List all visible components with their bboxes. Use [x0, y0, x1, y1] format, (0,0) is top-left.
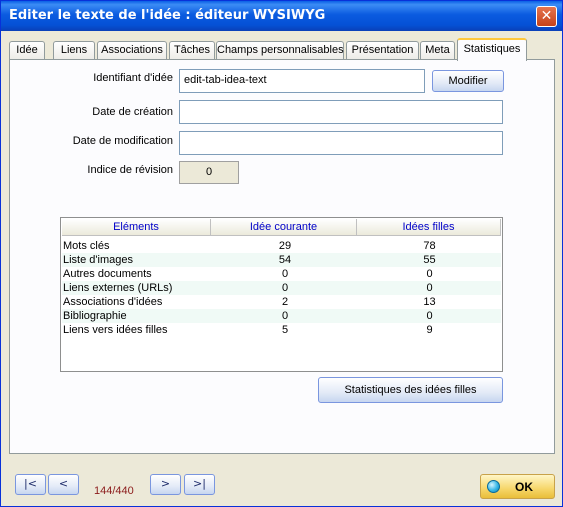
ok-orb-icon	[487, 480, 500, 493]
window-title: Editer le texte de l'idée : éditeur WYSI…	[9, 8, 326, 23]
current-idea-value: 0	[281, 310, 289, 322]
first-record-button[interactable]: |<	[15, 474, 46, 495]
child-ideas-value: 0	[426, 282, 433, 294]
table-row[interactable]: Liens vers idées filles 5 9	[62, 323, 501, 337]
previous-icon: <	[58, 477, 69, 490]
next-icon: >	[160, 477, 171, 490]
tab-liens[interactable]: Liens	[53, 41, 95, 60]
table-row[interactable]: Autres documents 0 0	[62, 267, 501, 281]
dialog-window: Editer le texte de l'idée : éditeur WYSI…	[0, 0, 563, 507]
current-idea-value: 2	[281, 296, 289, 308]
idea-id-field[interactable]: edit-tab-idea-text	[179, 69, 425, 93]
row-label: Bibliographie	[63, 310, 127, 322]
statistics-panel: Identifiant d'idée edit-tab-idea-text Mo…	[9, 59, 555, 454]
table-row[interactable]: Bibliographie 0 0	[62, 309, 501, 323]
modification-date-field[interactable]	[179, 131, 503, 155]
creation-date-label: Date de création	[92, 106, 173, 118]
ok-label: OK	[515, 480, 533, 494]
table-row[interactable]: Liste d'images 54 55	[62, 253, 501, 267]
record-counter: 144/440	[94, 485, 134, 497]
current-idea-value: 0	[281, 268, 289, 280]
tab-idee[interactable]: Idée	[9, 41, 45, 60]
child-ideas-value: 78	[423, 240, 436, 252]
row-label: Associations d'idées	[63, 296, 163, 308]
row-label: Liens externes (URLs)	[63, 282, 173, 294]
table-row[interactable]: Liens externes (URLs) 0 0	[62, 281, 501, 295]
child-ideas-value: 9	[426, 324, 433, 336]
revision-index-label: Indice de révision	[87, 164, 173, 176]
current-idea-value: 29	[278, 240, 292, 252]
close-icon: ✕	[540, 8, 553, 24]
child-ideas-value: 55	[423, 254, 436, 266]
current-idea-value: 0	[281, 282, 289, 294]
tab-champs-personnalisables[interactable]: Champs personnalisables	[216, 41, 344, 60]
tab-presentation[interactable]: Présentation	[346, 41, 419, 60]
child-ideas-value: 0	[426, 268, 433, 280]
revision-index-value: 0	[179, 161, 239, 184]
last-icon: >|	[193, 477, 206, 490]
last-record-button[interactable]: >|	[184, 474, 215, 495]
first-icon: |<	[24, 477, 37, 490]
close-button[interactable]: ✕	[536, 6, 557, 27]
current-idea-value: 54	[278, 254, 292, 266]
table-row[interactable]: Associations d'idées 2 13	[62, 295, 501, 309]
column-header-child-ideas[interactable]: Idées filles	[357, 219, 501, 236]
column-header-elements[interactable]: Eléments	[62, 219, 211, 236]
modify-button[interactable]: Modifier	[432, 70, 504, 92]
title-bar[interactable]: Editer le texte de l'idée : éditeur WYSI…	[1, 1, 562, 31]
tab-meta[interactable]: Meta	[420, 41, 455, 60]
ok-button[interactable]: OK	[480, 474, 555, 499]
previous-record-button[interactable]: <	[48, 474, 79, 495]
tab-associations[interactable]: Associations	[97, 41, 167, 60]
row-label: Liste d'images	[63, 254, 133, 266]
next-record-button[interactable]: >	[150, 474, 181, 495]
table-row[interactable]: Mots clés 29 78	[62, 239, 501, 253]
statistics-table: Eléments Idée courante Idées filles Mots…	[60, 217, 503, 372]
idea-id-label: Identifiant d'idée	[93, 72, 173, 84]
child-ideas-value: 13	[423, 296, 436, 308]
tab-taches[interactable]: Tâches	[169, 41, 215, 60]
row-label: Mots clés	[63, 240, 110, 252]
modification-date-label: Date de modification	[72, 135, 173, 147]
row-label: Liens vers idées filles	[63, 324, 168, 336]
row-label: Autres documents	[63, 268, 152, 280]
column-header-current-idea[interactable]: Idée courante	[211, 219, 357, 236]
child-ideas-value: 0	[426, 310, 433, 322]
child-ideas-statistics-button[interactable]: Statistiques des idées filles	[318, 377, 503, 403]
current-idea-value: 5	[281, 324, 289, 336]
creation-date-field[interactable]	[179, 100, 503, 124]
tab-statistiques[interactable]: Statistiques	[457, 38, 527, 61]
